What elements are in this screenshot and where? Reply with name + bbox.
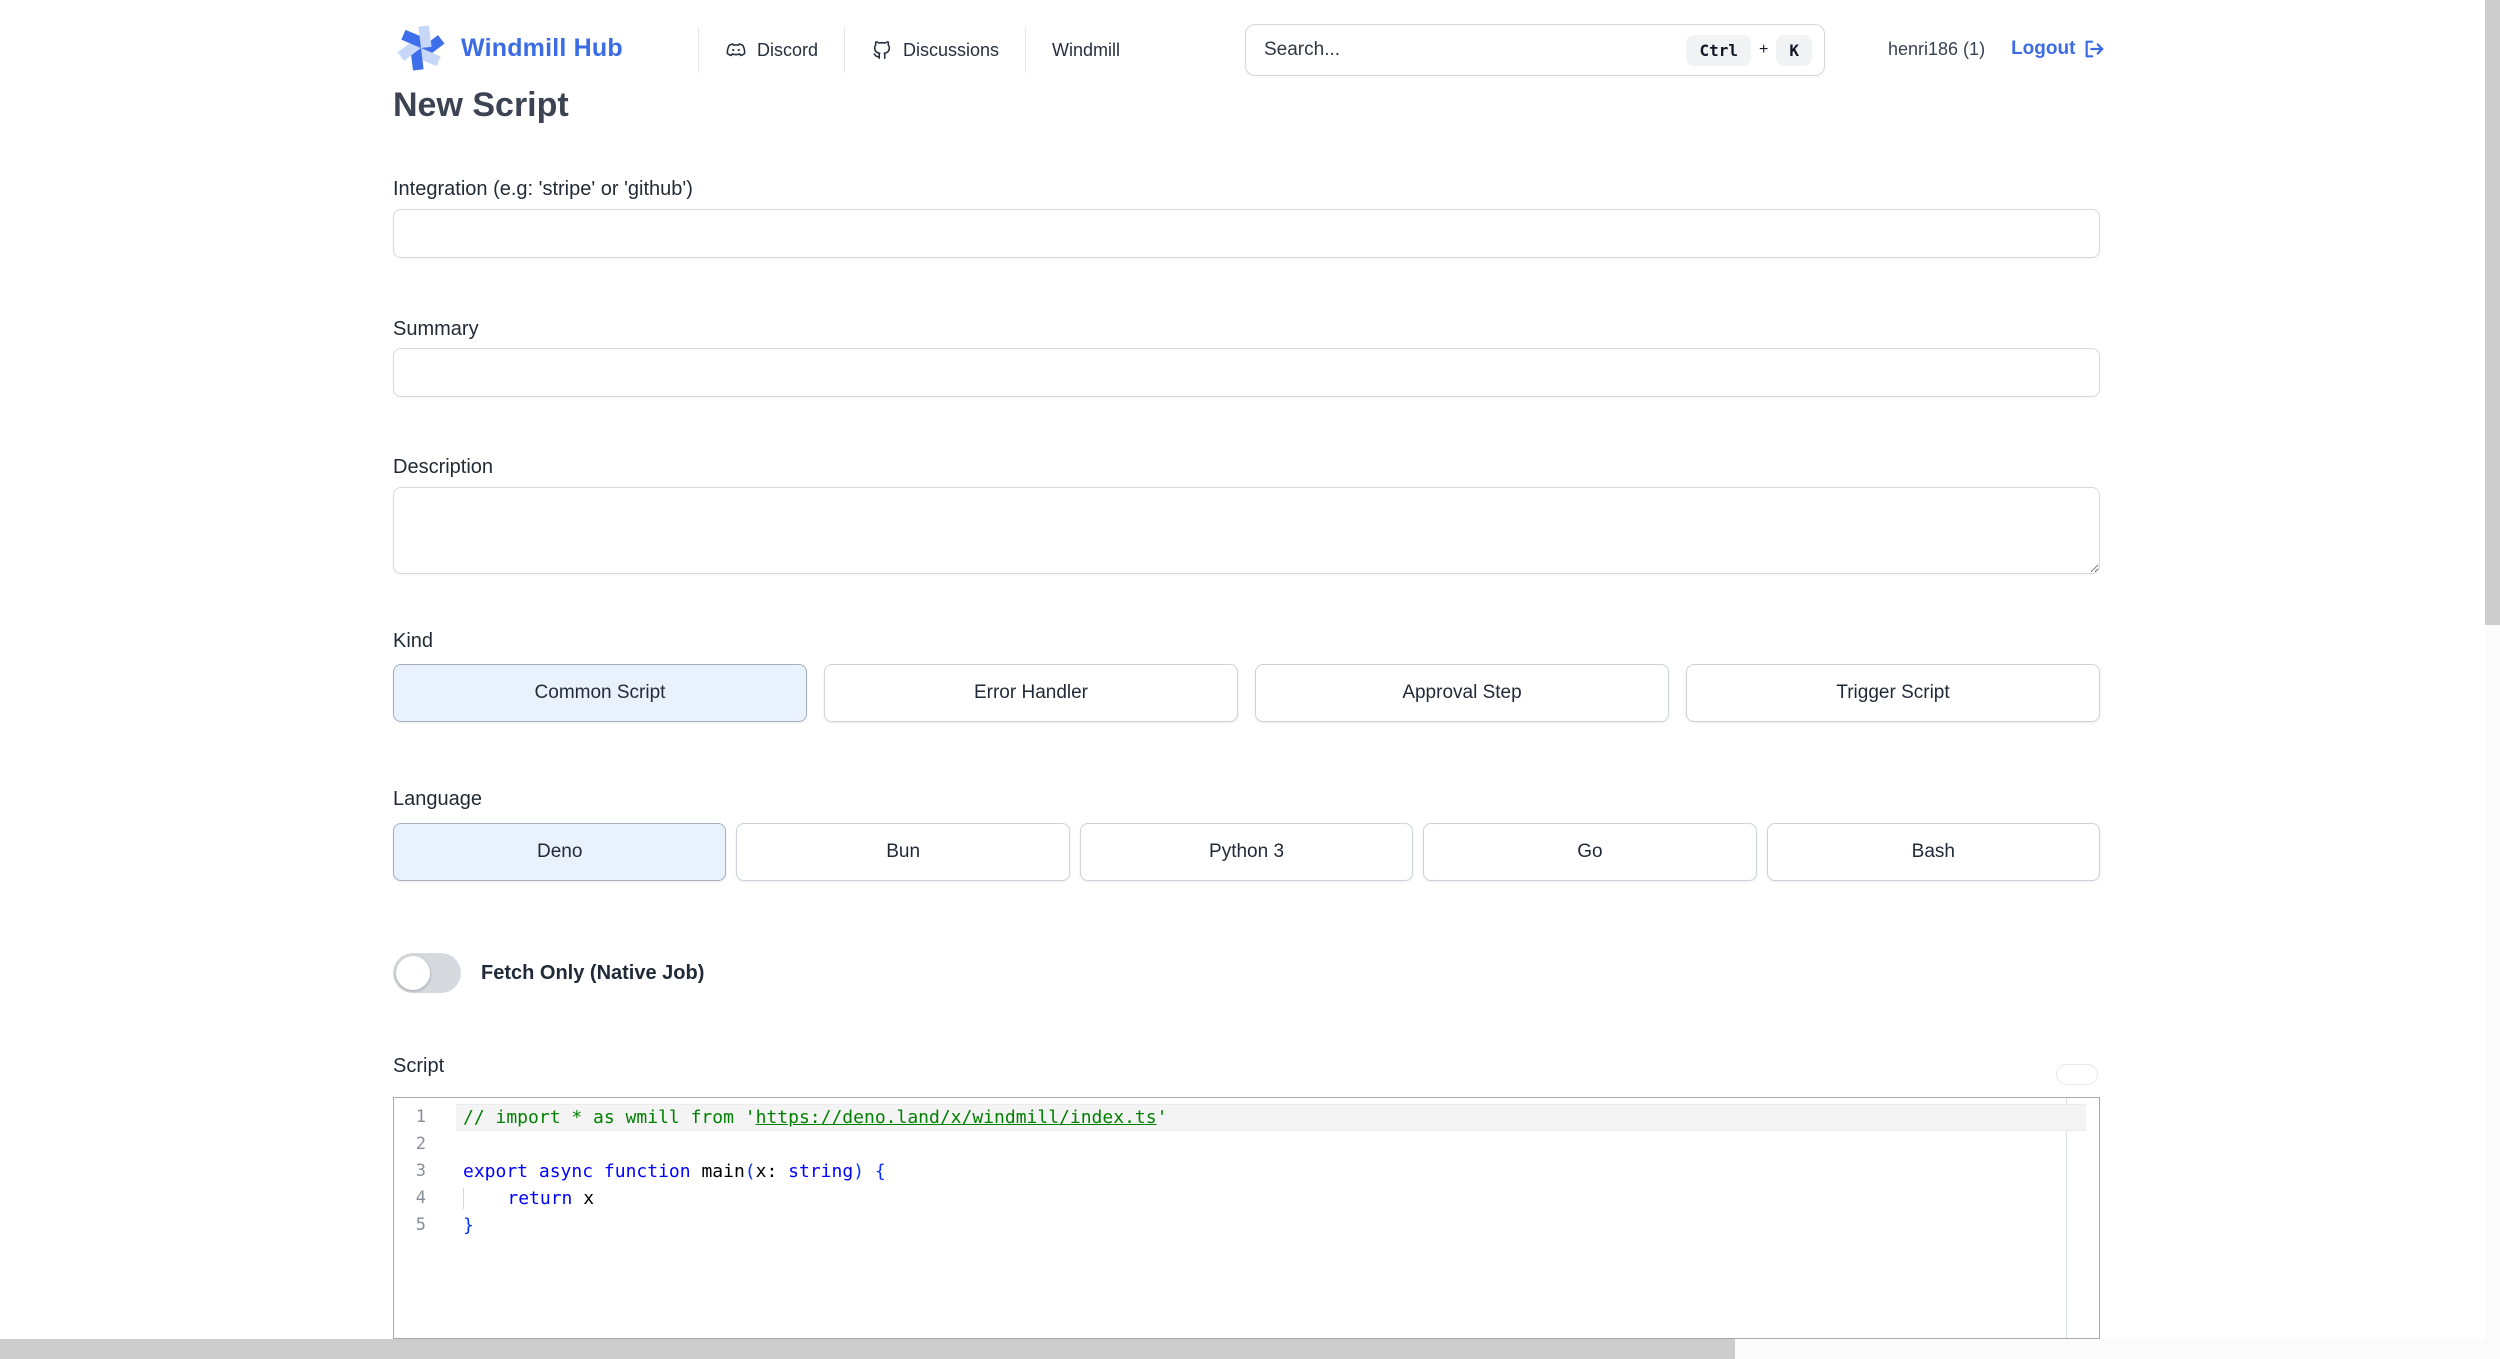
code-token: } xyxy=(463,1215,474,1236)
code-token: ' xyxy=(1156,1107,1168,1128)
windmill-logo-icon xyxy=(397,25,445,71)
line-number: 5 xyxy=(415,1215,426,1235)
github-icon xyxy=(873,41,891,60)
code-token: export xyxy=(463,1161,529,1182)
fetch-only-toggle[interactable] xyxy=(393,953,461,993)
code-token: string xyxy=(788,1161,854,1182)
username: henri186 (1) xyxy=(1888,38,1986,59)
code-token: return xyxy=(507,1188,573,1209)
code-line[interactable]: 1 // import * as wmill from 'https://deno… xyxy=(394,1104,2099,1131)
code-url-link[interactable]: https://deno.land/x/windmill/index.ts xyxy=(756,1107,1157,1128)
fetch-only-label: Fetch Only (Native Job) xyxy=(481,961,705,984)
logout-button[interactable]: Logout xyxy=(2011,38,2105,60)
integration-input[interactable] xyxy=(393,209,2100,258)
code-token: // import * as wmill from ' xyxy=(463,1107,756,1128)
description-textarea[interactable] xyxy=(393,487,2100,574)
summary-label: Summary xyxy=(393,318,479,340)
kind-option-common-script[interactable]: Common Script xyxy=(393,664,807,722)
nav-item-label: Discord xyxy=(757,39,819,60)
code-token: async xyxy=(538,1161,594,1182)
user-area: henri186 (1) Logout xyxy=(1888,38,2105,60)
language-option-bun[interactable]: Bun xyxy=(736,823,1070,881)
code-line[interactable]: 5} xyxy=(394,1212,2099,1239)
horizontal-scrollbar[interactable] xyxy=(0,1339,2500,1359)
kind-option-trigger-script[interactable]: Trigger Script xyxy=(1686,664,2100,722)
line-number: 3 xyxy=(415,1161,426,1181)
fetch-only-row: Fetch Only (Native Job) xyxy=(393,953,704,993)
language-options: Deno Bun Python 3 Go Bash xyxy=(393,823,2101,881)
code-line[interactable]: 4 return x xyxy=(394,1185,2099,1212)
nav-item-windmill[interactable]: Windmill xyxy=(1026,40,1146,61)
nav-item-label: Windmill xyxy=(1052,39,1121,60)
kind-options: Common Script Error Handler Approval Step T… xyxy=(393,664,2100,722)
code-token: function xyxy=(603,1161,691,1182)
brand-name: Windmill Hub xyxy=(461,33,623,62)
horizontal-scrollbar-thumb[interactable] xyxy=(0,1339,1735,1359)
line-number: 2 xyxy=(415,1134,426,1154)
language-option-deno[interactable]: Deno xyxy=(393,823,727,881)
kbd-plus: + xyxy=(1759,41,1769,58)
kind-option-approval-step[interactable]: Approval Step xyxy=(1255,664,1669,722)
language-option-go[interactable]: Go xyxy=(1423,823,1757,881)
language-option-bash[interactable]: Bash xyxy=(1766,823,2101,881)
summary-input[interactable] xyxy=(393,348,2100,397)
line-number: 1 xyxy=(415,1107,426,1127)
code-line-content: } xyxy=(456,1212,474,1239)
nav-item-discord[interactable]: Discord xyxy=(699,39,844,61)
kind-option-error-handler[interactable]: Error Handler xyxy=(824,664,1238,722)
discord-icon xyxy=(726,43,746,57)
logout-label: Logout xyxy=(2011,38,2076,59)
code-token: main xyxy=(690,1161,745,1182)
search-input[interactable]: Search... Ctrl + K xyxy=(1245,24,1825,76)
language-label: Language xyxy=(393,788,482,810)
code-line-content: export async function main(x: string) { xyxy=(456,1158,886,1185)
code-token: { xyxy=(874,1161,886,1182)
code-token: ) xyxy=(853,1161,865,1182)
code-line[interactable]: 2 xyxy=(394,1131,2099,1158)
editor-toggle-pill[interactable] xyxy=(2056,1064,2098,1085)
kbd-k: K xyxy=(1776,34,1812,66)
code-token: x: xyxy=(755,1161,789,1182)
vertical-scrollbar-thumb[interactable] xyxy=(2485,0,2500,625)
nav-item-discussions[interactable]: Discussions xyxy=(845,39,1025,61)
brand[interactable]: Windmill Hub xyxy=(393,20,623,76)
vertical-scrollbar[interactable] xyxy=(2485,0,2500,1339)
nav-item-label: Discussions xyxy=(903,39,1000,60)
header-nav: Discord Discussions Windmill xyxy=(698,25,1146,75)
logout-icon xyxy=(2085,40,2104,58)
integration-label: Integration (e.g: 'stripe' or 'github') xyxy=(393,178,693,200)
language-option-python-3[interactable]: Python 3 xyxy=(1079,823,1414,881)
code-line-content xyxy=(456,1131,463,1158)
kind-label: Kind xyxy=(393,630,434,652)
search-placeholder: Search... xyxy=(1264,39,1341,60)
kbd-ctrl: Ctrl xyxy=(1686,34,1752,66)
script-label: Script xyxy=(393,1055,445,1077)
page-title: New Script xyxy=(393,86,569,124)
code-token xyxy=(463,1188,508,1209)
code-token: ( xyxy=(744,1161,756,1182)
code-line-content: return x xyxy=(456,1185,594,1212)
line-number: 4 xyxy=(415,1188,426,1208)
code-line[interactable]: 3 export async function main(x: string) { xyxy=(394,1158,2099,1185)
toggle-knob xyxy=(396,956,430,990)
code-editor[interactable]: 1 // import * as wmill from 'https://deno… xyxy=(393,1097,2100,1339)
description-label: Description xyxy=(393,456,494,478)
code-token: x xyxy=(572,1188,595,1209)
code-line-content: // import * as wmill from 'https://deno.… xyxy=(456,1104,1167,1131)
